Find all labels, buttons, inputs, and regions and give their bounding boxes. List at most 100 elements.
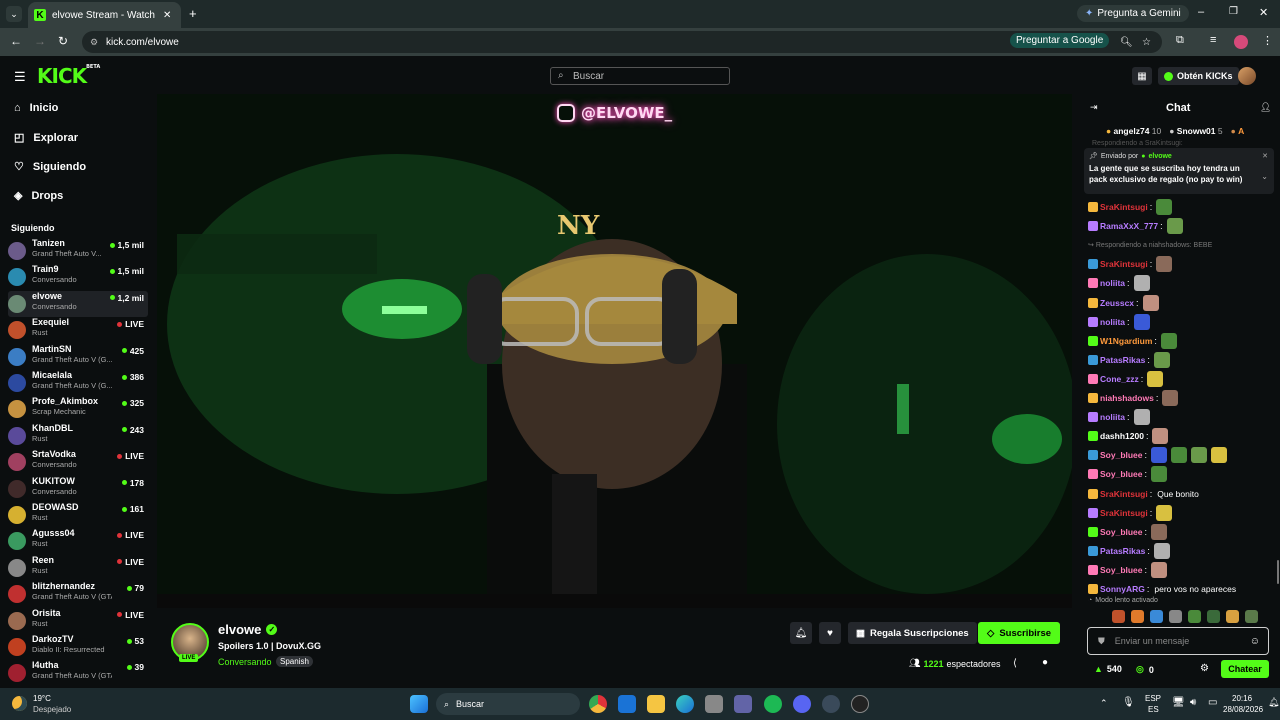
file-explorer-icon[interactable]: [647, 695, 665, 713]
chat-username[interactable]: PatasRikas: [1100, 546, 1145, 556]
info-icon[interactable]: ●: [1042, 657, 1048, 668]
following-item[interactable]: KhanDBL Rust 243: [8, 423, 148, 449]
chat-emote[interactable]: [1156, 256, 1173, 273]
chat-emote[interactable]: [1152, 428, 1169, 445]
send-chat-button[interactable]: Chatear: [1221, 660, 1269, 678]
share-icon[interactable]: ⟨: [1013, 658, 1017, 669]
close-window-button[interactable]: ✕: [1259, 6, 1268, 19]
close-tab-icon[interactable]: ✕: [163, 10, 171, 21]
emoji-icon[interactable]: ☺: [1250, 636, 1260, 647]
chat-username[interactable]: RamaXxX_777: [1100, 221, 1158, 231]
chat-emote[interactable]: [1160, 332, 1177, 349]
spotify-icon[interactable]: [764, 695, 782, 713]
emote-4[interactable]: [1169, 610, 1182, 623]
video-player[interactable]: NY @ELVOWE_: [157, 94, 1072, 608]
reload-icon[interactable]: ↻: [58, 34, 68, 48]
following-item[interactable]: SrtaVodka Conversando LIVE: [8, 449, 148, 475]
following-item[interactable]: DEOWASD Rust 161: [8, 502, 148, 528]
forward-icon[interactable]: →: [34, 34, 46, 48]
chat-username[interactable]: niahshadows: [1100, 393, 1154, 403]
chat-username[interactable]: noliita: [1100, 317, 1125, 327]
reading-list-icon[interactable]: ≡: [1210, 34, 1216, 46]
chat-settings-icon[interactable]: 👤︎: [1260, 102, 1271, 113]
expand-pinned-icon[interactable]: ⌄: [1261, 172, 1268, 181]
tray-overflow-icon[interactable]: ⌃: [1100, 698, 1108, 709]
clock-time[interactable]: 20:16: [1232, 694, 1252, 703]
browser-menu-icon[interactable]: ⋮: [1262, 34, 1273, 47]
ask-google-button[interactable]: Preguntar a Google: [1010, 33, 1110, 48]
obs-icon[interactable]: [851, 695, 869, 713]
emote-8[interactable]: [1245, 610, 1258, 623]
keyboard-lang[interactable]: ESP: [1145, 694, 1161, 703]
tab-list-button[interactable]: ⌄: [6, 6, 22, 22]
nav-drops[interactable]: ◈ Drops: [14, 189, 63, 203]
chat-emote[interactable]: [1151, 561, 1168, 578]
streamer-name[interactable]: elvowe ✓: [218, 622, 278, 637]
windows-start-icon[interactable]: [410, 695, 428, 713]
chat-emote[interactable]: [1147, 370, 1164, 387]
edge-icon[interactable]: [676, 695, 694, 713]
site-info-icon[interactable]: ⚙: [90, 37, 98, 48]
extensions-icon[interactable]: ⧉: [1176, 34, 1184, 47]
following-item[interactable]: Profe_Akimbox Scrap Mechanic 325: [8, 396, 148, 422]
discord-icon[interactable]: [793, 695, 811, 713]
following-item[interactable]: MartinSN Grand Theft Auto V (G... 425: [8, 344, 148, 370]
emote-2[interactable]: [1131, 610, 1144, 623]
following-item[interactable]: Orisita Rust LIVE: [8, 608, 148, 634]
following-item[interactable]: Reen Rust LIVE: [8, 555, 148, 581]
clock-date[interactable]: 28/08/2026: [1223, 705, 1263, 714]
steam-icon[interactable]: [822, 695, 840, 713]
chat-username[interactable]: SonnyARG: [1100, 584, 1145, 594]
emote-7[interactable]: [1226, 610, 1239, 623]
back-icon[interactable]: ←: [10, 34, 22, 48]
gifter-2[interactable]: ● Snoww01 5: [1169, 126, 1222, 136]
pinned-message[interactable]: 📌︎ Enviado por ● elvowe La gente que se …: [1084, 148, 1274, 194]
chat-username[interactable]: Soy_bluee: [1100, 565, 1143, 575]
nav-home[interactable]: ⌂ Inicio: [14, 102, 58, 114]
chat-username[interactable]: SraKintsugi: [1100, 202, 1148, 212]
gifter-1[interactable]: ● angelz74 10: [1106, 126, 1161, 136]
follow-heart-button[interactable]: ♥: [819, 622, 841, 644]
chat-username[interactable]: Soy_bluee: [1100, 450, 1143, 460]
emote-6[interactable]: [1207, 610, 1220, 623]
chat-emote[interactable]: [1133, 313, 1150, 330]
following-item[interactable]: elvowe Conversando 1,2 mil: [8, 290, 148, 317]
points-balance[interactable]: ◎ 0: [1136, 664, 1154, 675]
new-tab-button[interactable]: +: [189, 6, 197, 21]
chat-emote[interactable]: [1153, 542, 1170, 559]
profile-avatar[interactable]: [1234, 35, 1248, 49]
mic-icon[interactable]: 🎙︎: [1122, 697, 1135, 708]
user-avatar[interactable]: [1238, 67, 1256, 85]
chat-username[interactable]: Zeusscx: [1100, 298, 1134, 308]
weather-icon[interactable]: [12, 696, 27, 711]
chat-emote[interactable]: [1162, 390, 1179, 406]
following-item[interactable]: Tanizen Grand Theft Auto V... 1,5 mil: [8, 238, 148, 264]
gift-subs-button[interactable]: ▦ Regala Suscripciones: [848, 622, 977, 644]
notifications-icon[interactable]: 🔔︎: [1268, 697, 1279, 708]
kicks-balance[interactable]: ▲ 540: [1094, 664, 1122, 674]
zoom-icon[interactable]: 🔍︎: [1120, 37, 1133, 48]
chat-username[interactable]: noliita: [1100, 412, 1125, 422]
unpin-icon[interactable]: ✕: [1262, 152, 1268, 160]
maximize-button[interactable]: ❐: [1229, 6, 1238, 17]
teams-icon[interactable]: [734, 695, 752, 713]
collapse-chat-icon[interactable]: ⇥: [1090, 102, 1098, 113]
network-icon[interactable]: 🖥︎: [1172, 697, 1185, 708]
chat-emote[interactable]: [1151, 523, 1168, 540]
chat-emote[interactable]: [1156, 504, 1173, 521]
chat-emote[interactable]: [1166, 218, 1183, 235]
chrome-icon[interactable]: [589, 695, 607, 713]
chat-emote[interactable]: [1153, 351, 1170, 368]
emote-5[interactable]: [1188, 610, 1201, 623]
subscribe-button[interactable]: ◇ Suscribirse: [978, 622, 1061, 644]
chat-emote[interactable]: [1133, 409, 1150, 426]
emote-3[interactable]: [1150, 610, 1163, 623]
outlook-icon[interactable]: [618, 695, 636, 713]
get-kicks-button[interactable]: Obtén KICKs: [1158, 67, 1239, 85]
following-item[interactable]: blitzhernandez Grand Theft Auto V (GTA) 79: [8, 581, 148, 607]
chat-username[interactable]: W1Ngardium: [1100, 336, 1152, 346]
chat-settings-gear-icon[interactable]: ⚙: [1200, 663, 1209, 674]
chat-username[interactable]: SraKintsugi: [1100, 259, 1148, 269]
chat-emote[interactable]: [1156, 199, 1173, 215]
chat-emote[interactable]: [1151, 447, 1168, 464]
